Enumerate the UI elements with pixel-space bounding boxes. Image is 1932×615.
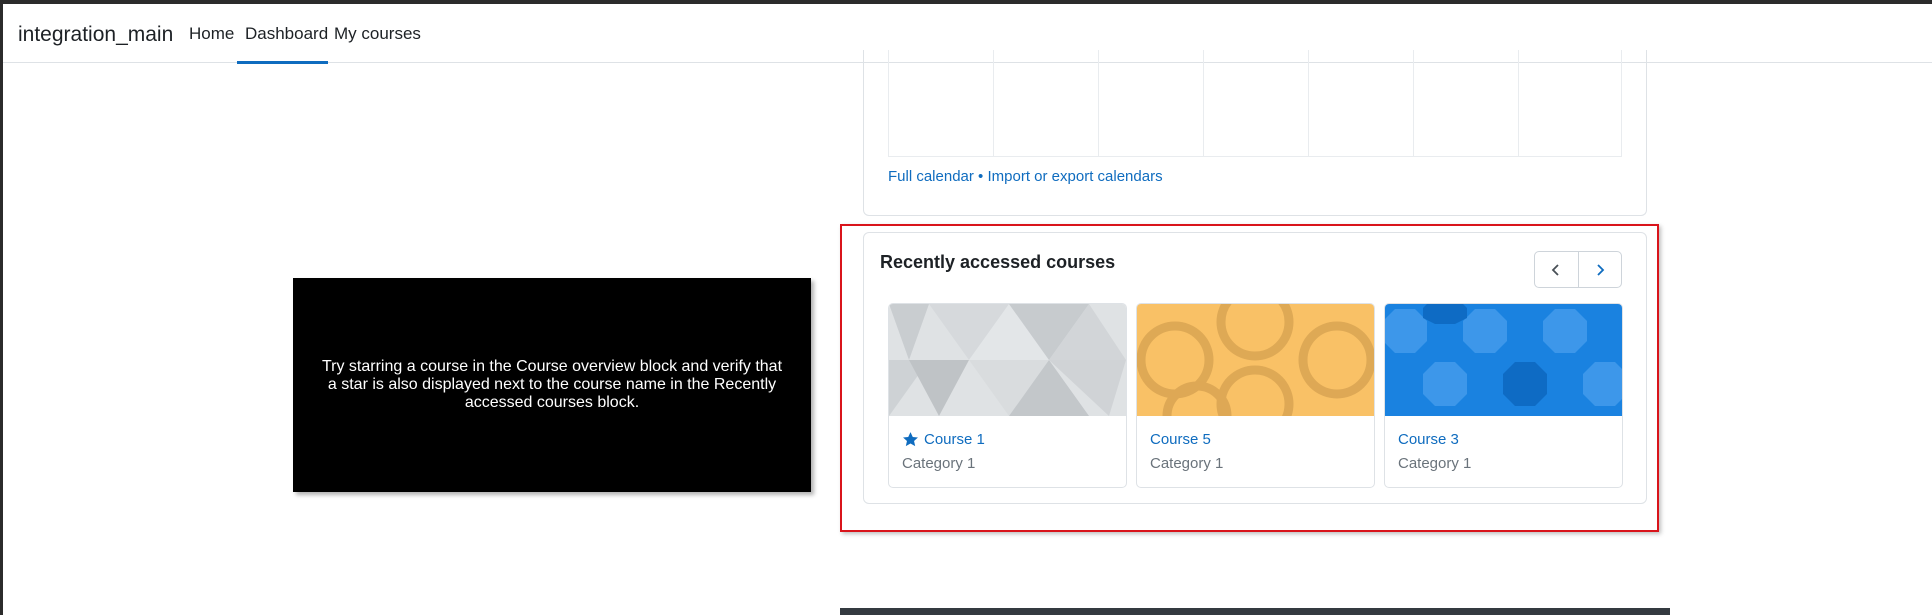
calendar-column: [1098, 50, 1099, 156]
nav-dashboard[interactable]: Dashboard: [245, 24, 328, 44]
window-left-border: [0, 0, 3, 615]
full-calendar-link[interactable]: Full calendar: [888, 168, 974, 185]
import-export-calendars-link[interactable]: Import or export calendars: [987, 168, 1162, 185]
calendar-column: [993, 50, 994, 156]
calendar-block: Full calendar • Import or export calenda…: [863, 50, 1647, 216]
tour-step-message: Try starring a course in the Course over…: [321, 358, 783, 411]
calendar-column: [1203, 50, 1204, 156]
calendar-column: [1518, 50, 1519, 156]
calendar-column: [888, 50, 889, 156]
calendar-grid: [888, 50, 1622, 157]
calendar-column: [1413, 50, 1414, 156]
nav-home[interactable]: Home: [189, 24, 234, 44]
calendar-column: [1621, 50, 1622, 156]
calendar-column: [1308, 50, 1309, 156]
calendar-links: Full calendar • Import or export calenda…: [888, 168, 1163, 185]
footer-bar: [840, 608, 1670, 615]
tour-highlight-frame: [840, 224, 1659, 532]
nav-my-courses[interactable]: My courses: [334, 24, 421, 44]
active-tab-indicator: [237, 61, 328, 64]
tour-step-popover: Try starring a course in the Course over…: [293, 278, 811, 492]
link-separator: •: [973, 168, 988, 185]
site-brand[interactable]: integration_main: [18, 23, 173, 47]
